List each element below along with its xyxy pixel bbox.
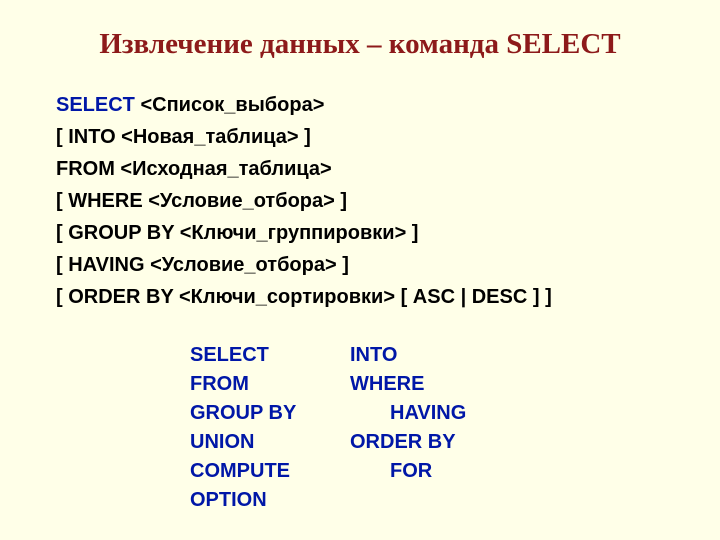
- text-select-list: <Список_выбора>: [135, 94, 325, 116]
- keywords-row: FROM WHERE: [190, 370, 680, 399]
- keyword-item: FROM: [190, 370, 350, 399]
- keyword-item: ORDER BY: [350, 428, 456, 457]
- keywords-row: SELECT INTO: [190, 341, 680, 370]
- keyword-item: UNION: [190, 428, 350, 457]
- keyword-item: GROUP BY: [190, 399, 350, 428]
- keywords-row: GROUP BY HAVING: [190, 399, 680, 428]
- sql-syntax-block: SELECT <Список_выбора> [ INTO <Новая_таб…: [56, 89, 680, 313]
- keyword-item: INTO: [350, 341, 397, 370]
- syntax-line-from: FROM <Исходная_таблица>: [56, 153, 680, 185]
- keyword-item: WHERE: [350, 370, 424, 399]
- syntax-line-select: SELECT <Список_выбора>: [56, 89, 680, 121]
- syntax-line-groupby: [ GROUP BY <Ключи_группировки> ]: [56, 217, 680, 249]
- keyword-item: OPTION: [190, 486, 350, 515]
- keyword-item: HAVING: [350, 399, 466, 428]
- keywords-row: COMPUTE FOR: [190, 457, 680, 486]
- keyword-item: COMPUTE: [190, 457, 350, 486]
- keywords-list: SELECT INTO FROM WHERE GROUP BY HAVING U…: [190, 341, 680, 515]
- syntax-line-into: [ INTO <Новая_таблица> ]: [56, 121, 680, 153]
- syntax-line-orderby: [ ORDER BY <Ключи_сортировки> [ ASC | DE…: [56, 281, 680, 313]
- keyword-item: FOR: [350, 457, 432, 486]
- slide-title: Извлечение данных – команда SELECT: [40, 28, 680, 61]
- syntax-line-where: [ WHERE <Условие_отбора> ]: [56, 185, 680, 217]
- syntax-line-having: [ HAVING <Условие_отбора> ]: [56, 249, 680, 281]
- keyword-select: SELECT: [56, 94, 135, 116]
- keyword-item: SELECT: [190, 341, 350, 370]
- keywords-row: UNION ORDER BY: [190, 428, 680, 457]
- slide: Извлечение данных – команда SELECT SELEC…: [0, 0, 720, 540]
- keywords-row: OPTION: [190, 486, 680, 515]
